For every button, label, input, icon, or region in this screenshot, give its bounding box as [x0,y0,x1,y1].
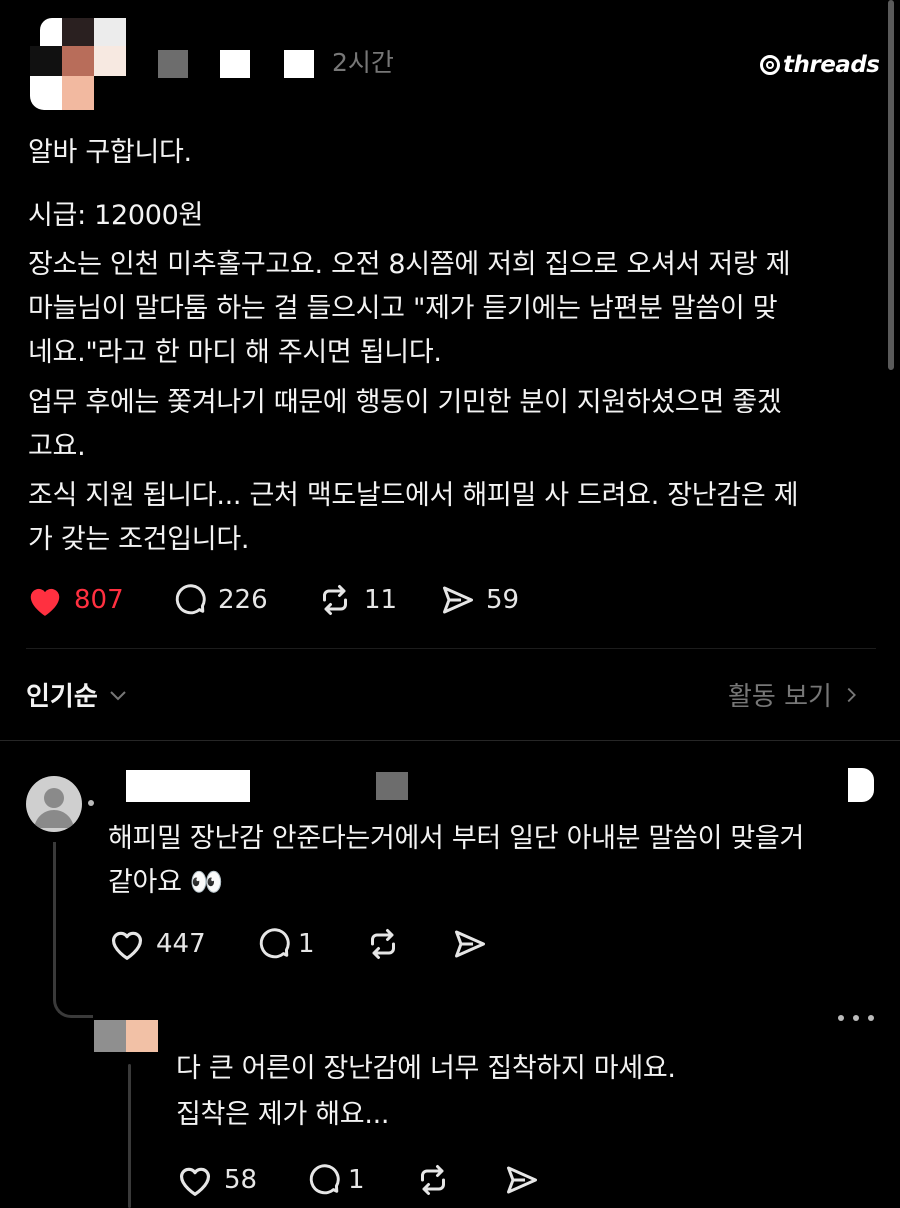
comment-icon [309,1164,340,1195]
threads-logo[interactable]: threads [760,52,880,78]
repost-button[interactable]: 11 [316,582,397,618]
post-line: 가 갖는 조건입니다. [28,524,250,555]
reply-line: 같아요 👀 [108,867,224,898]
chevron-down-icon [110,690,126,700]
share-count: 59 [486,585,520,615]
comment-icon [259,928,290,959]
repost-count: 11 [364,585,398,615]
reply-repost-button[interactable] [364,926,402,962]
default-avatar-icon [34,788,74,828]
nested-like-button[interactable]: 58 [176,1162,257,1198]
more-options-icon[interactable] [838,1006,874,1030]
heart-icon [111,931,143,960]
post-line: 조식 지원 됩니다... 근처 맥도날드에서 해피밀 사 드려요. 장난감은 제 [28,480,799,511]
reply-line: 해피밀 장난감 안준다는거에서 부터 일단 아내분 말씀이 맞을거 [108,823,805,854]
view-activity-link[interactable]: 활동 보기 [728,676,862,713]
post-line: 업무 후에는 쫓겨나기 때문에 행동이 기민한 분이 지원하셨으면 좋겠 [28,387,782,418]
post-line: 네요."라고 한 마디 해 주시면 됩니다. [28,337,442,368]
nested-reply-line: 다 큰 어른이 장난감에 너무 집착하지 마세요. [176,1053,676,1084]
thread-line [128,1064,131,1208]
scrollbar[interactable] [888,0,894,370]
post-line: 장소는 인천 미추홀구고요. 오전 8시쯤에 저희 집으로 오셔서 저랑 제 [28,249,791,280]
nested-share-button[interactable] [504,1162,540,1198]
sort-dropdown[interactable]: 인기순 [26,676,130,713]
sort-label: 인기순 [26,682,98,712]
post-line: 마늘님이 말다툼 하는 걸 들으시고 "제가 듣기에는 남편분 말씀이 맞 [28,293,778,324]
repost-icon [421,1165,445,1195]
nested-like-count: 58 [224,1165,258,1195]
view-activity-label: 활동 보기 [728,682,832,712]
chevron-right-icon [847,687,856,702]
threads-wordmark: threads [783,52,880,78]
divider [26,648,876,649]
heart-icon [179,1167,211,1196]
username-redacted[interactable] [158,48,318,78]
nested-comment-button[interactable]: 1 [306,1162,365,1198]
nested-reply-avatar-pixelated[interactable] [94,988,158,1052]
post-time: 2시간 [332,48,394,77]
reply-like-count: 447 [156,929,206,959]
repost-icon [371,929,395,959]
reply-avatar[interactable] [26,776,82,832]
more-options-icon[interactable] [846,768,876,804]
reply-comment-count: 1 [298,929,315,959]
comment-button[interactable]: 226 [172,582,268,618]
heart-filled-icon [30,588,60,616]
threads-icon [760,55,780,75]
reply-like-button[interactable]: 447 [108,926,206,962]
comment-icon [175,584,206,615]
post-line: 고요. [28,431,86,462]
thread-connector [53,842,93,1018]
like-count: 807 [74,585,124,615]
divider [0,740,900,741]
reply-username-redacted[interactable] [88,768,428,806]
send-icon [455,930,485,958]
nested-reply-line: 집착은 제가 해요... [176,1099,390,1130]
share-button[interactable]: 59 [440,582,519,618]
post-line: 시급: 12000원 [28,200,204,231]
reply-comment-button[interactable]: 1 [256,926,315,962]
reply-share-button[interactable] [452,926,488,962]
like-button[interactable]: 807 [26,582,124,618]
nested-comment-count: 1 [348,1165,365,1195]
send-icon [443,586,473,614]
send-icon [507,1166,537,1194]
author-avatar-pixelated[interactable] [30,18,130,110]
repost-icon [323,585,347,615]
nested-repost-button[interactable] [414,1162,452,1198]
comment-count: 226 [218,585,268,615]
post-line: 알바 구합니다. [28,137,192,168]
